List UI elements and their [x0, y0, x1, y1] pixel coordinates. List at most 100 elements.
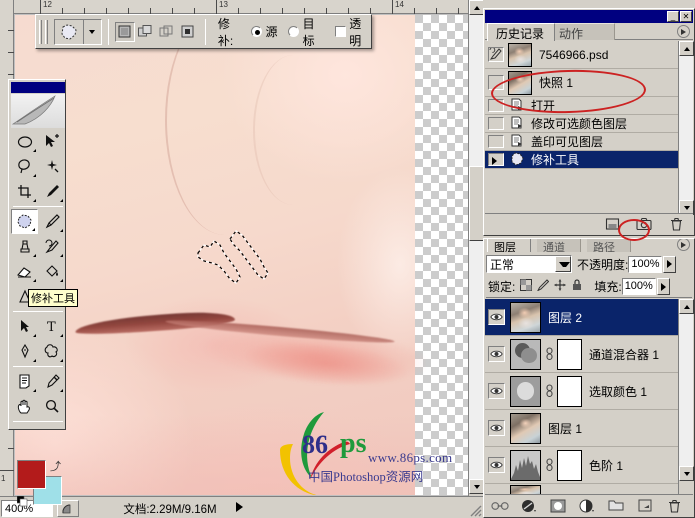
swap-colors-icon[interactable]: ⤴ — [50, 458, 61, 474]
new-adjustment-layer-icon[interactable] — [578, 498, 596, 514]
delete-state-icon[interactable] — [667, 216, 685, 232]
marquee-tool-icon[interactable] — [11, 129, 38, 154]
toolbox-titlebar[interactable] — [11, 82, 65, 93]
tab-channels[interactable]: 通道 — [537, 239, 581, 252]
eye-icon[interactable] — [488, 309, 505, 325]
lock-transparent-icon[interactable] — [520, 279, 533, 294]
transparent-checkbox[interactable] — [335, 25, 347, 38]
eyedropper-tool-icon[interactable] — [38, 369, 65, 394]
image-canvas[interactable]: 86 ps www.86ps.com 中国Photoshop资源网 — [15, 15, 468, 495]
source-radio[interactable] — [250, 25, 262, 38]
link-layers-icon[interactable] — [491, 498, 509, 514]
brush-tool-icon[interactable] — [38, 209, 65, 234]
layer-mask-thumbnail[interactable] — [557, 449, 582, 481]
layer-row[interactable]: 图层 2 — [485, 299, 680, 336]
history-item-snapshot-source[interactable]: 7546966.psd — [485, 41, 680, 69]
layers-scroll-track[interactable] — [679, 314, 693, 466]
history-brush-source-toggle-5[interactable] — [488, 135, 504, 148]
delete-layer-icon[interactable] — [665, 498, 683, 514]
blend-mode-caret-icon[interactable] — [555, 256, 571, 272]
eraser-tool-icon[interactable] — [11, 259, 38, 284]
crop-tool-icon[interactable] — [11, 179, 38, 204]
layer-mask-icon[interactable] — [549, 498, 567, 514]
magic-wand-tool-icon[interactable] — [38, 154, 65, 179]
lock-all-icon[interactable] — [571, 279, 583, 294]
destination-radio[interactable] — [287, 25, 299, 38]
link-icon[interactable] — [544, 457, 555, 473]
zoom-tool-icon[interactable] — [38, 394, 65, 419]
close-button[interactable]: ✕ — [680, 11, 692, 22]
new-layer-icon[interactable] — [636, 498, 654, 514]
history-palette-titlebar[interactable]: _ ✕ — [485, 10, 693, 23]
intersect-selection-icon[interactable] — [178, 22, 198, 42]
scroll-thumb[interactable] — [469, 166, 483, 241]
patch-tool-icon[interactable] — [11, 209, 38, 234]
adjustment-thumbnail[interactable] — [510, 338, 541, 370]
history-brush-source-toggle[interactable] — [488, 47, 504, 62]
history-item-snapshot-1[interactable]: 快照 1 — [485, 69, 680, 97]
slice-tool-icon[interactable] — [38, 179, 65, 204]
history-brush-tool-icon[interactable] — [38, 234, 65, 259]
eye-icon[interactable] — [488, 346, 505, 362]
tool-preset-picker[interactable] — [53, 18, 102, 45]
layer-row[interactable]: 通道混合器 1 — [485, 336, 680, 373]
tab-actions[interactable]: 动作 — [551, 23, 615, 41]
layer-thumbnail[interactable] — [510, 484, 541, 494]
options-bar-grip[interactable] — [39, 19, 42, 44]
new-snapshot-icon[interactable] — [635, 216, 653, 232]
new-group-icon[interactable] — [607, 498, 625, 514]
layers-scroll-down[interactable] — [679, 466, 694, 481]
layer-row[interactable]: 图层 1 — [485, 410, 680, 447]
add-to-selection-icon[interactable] — [136, 22, 156, 42]
resize-grip[interactable] — [467, 502, 483, 518]
lock-image-icon[interactable] — [537, 279, 550, 294]
history-item-open[interactable]: 打开 — [485, 97, 680, 115]
scroll-track[interactable] — [469, 15, 483, 479]
scroll-down-button[interactable] — [469, 479, 483, 494]
history-palette-menu-icon[interactable] — [677, 25, 690, 38]
custom-shape-tool-icon[interactable] — [38, 339, 65, 364]
fill-slider-arrow-icon[interactable] — [656, 278, 670, 295]
canvas-vertical-scrollbar[interactable] — [468, 0, 483, 496]
history-list[interactable]: 7546966.psd 快照 1 打开 修改可选颜色图层 盖印可见图层 修补工具 — [485, 41, 680, 213]
lasso-tool-icon[interactable] — [11, 154, 38, 179]
link-icon[interactable] — [544, 383, 555, 399]
layer-row-partial[interactable] — [485, 484, 680, 494]
layers-scroll-up[interactable] — [679, 299, 694, 314]
history-scroll-track[interactable] — [679, 56, 693, 200]
subtract-from-selection-icon[interactable] — [157, 22, 177, 42]
paint-bucket-tool-icon[interactable] — [38, 259, 65, 284]
history-brush-source-toggle-2[interactable] — [488, 75, 504, 90]
fill-input[interactable]: 100% — [621, 278, 656, 295]
move-tool-icon[interactable] — [38, 129, 65, 154]
layer-row[interactable]: 色阶 1 — [485, 447, 680, 484]
adjustment-thumbnail[interactable] — [510, 449, 541, 481]
history-brush-source-toggle-6[interactable] — [488, 153, 504, 166]
default-colors-icon[interactable] — [16, 495, 28, 507]
blend-mode-select[interactable]: 正常 — [486, 255, 572, 273]
layers-vertical-scrollbar[interactable] — [678, 299, 694, 494]
clone-stamp-tool-icon[interactable] — [11, 234, 38, 259]
history-item-stamp-visible[interactable]: 盖印可见图层 — [485, 133, 680, 151]
scroll-up-button[interactable] — [469, 0, 483, 15]
tool-preset-caret-icon[interactable] — [84, 20, 101, 44]
history-item-patch-tool[interactable]: 修补工具 — [485, 151, 680, 169]
layer-style-icon[interactable] — [520, 498, 538, 514]
path-selection-tool-icon[interactable] — [11, 314, 38, 339]
layer-row[interactable]: 选取颜色 1 — [485, 373, 680, 410]
layer-thumbnail[interactable] — [510, 301, 541, 333]
layer-thumbnail[interactable] — [510, 412, 541, 444]
history-scroll-up[interactable] — [679, 41, 694, 56]
layer-mask-thumbnail[interactable] — [557, 338, 582, 370]
pen-tool-icon[interactable] — [11, 339, 38, 364]
options-bar-grip-2[interactable] — [44, 19, 48, 44]
history-vertical-scrollbar[interactable] — [678, 41, 694, 215]
link-icon[interactable] — [544, 346, 555, 362]
history-item-modify-selective-color[interactable]: 修改可选颜色图层 — [485, 115, 680, 133]
tab-layers[interactable]: 图层 — [487, 239, 531, 252]
history-brush-source-toggle-4[interactable] — [488, 117, 504, 130]
eye-icon[interactable] — [488, 457, 505, 473]
marching-ants-selection[interactable] — [190, 225, 280, 290]
eye-icon[interactable] — [488, 383, 505, 399]
tab-history[interactable]: 历史记录 — [487, 23, 555, 41]
